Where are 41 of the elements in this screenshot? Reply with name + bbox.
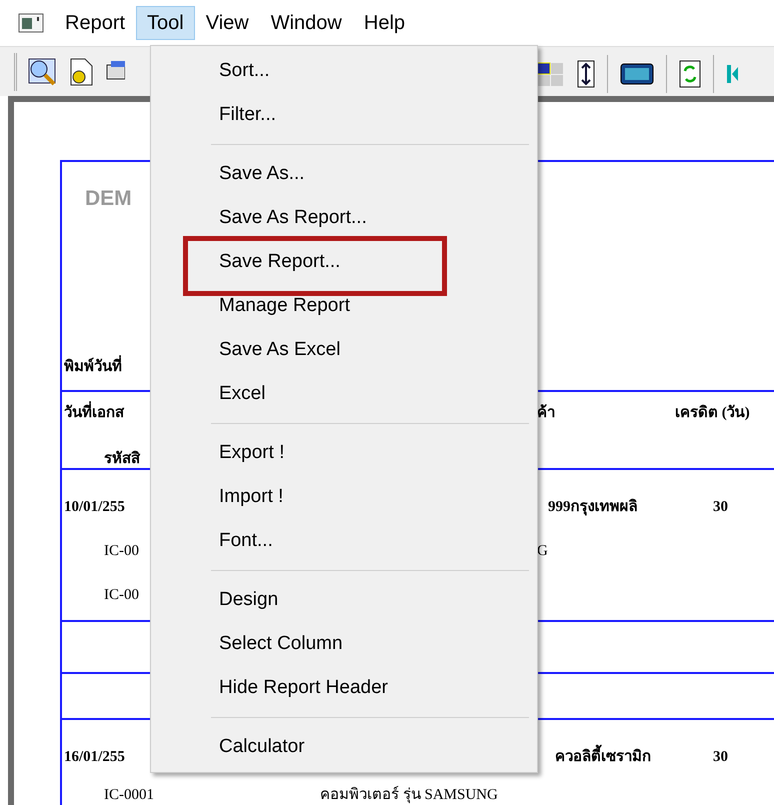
- product-name: คอมพิวเตอร์ รุ่น SAMSUNG: [320, 785, 498, 805]
- customer-name: ควอลิตี้เซรามิก: [555, 746, 651, 768]
- menu-bar-item[interactable]: View: [194, 6, 260, 40]
- menu-item[interactable]: Save As Report...: [219, 204, 367, 232]
- print-date-label: พิมพ์วันที่: [64, 356, 122, 378]
- menu-item[interactable]: Excel: [219, 380, 266, 408]
- product-name: G: [537, 542, 548, 561]
- menu-item[interactable]: Save As...: [219, 160, 305, 188]
- menu-item[interactable]: Select Column: [219, 630, 343, 658]
- document-date: 10/01/255: [64, 498, 125, 517]
- menu-item[interactable]: Import !: [219, 482, 284, 512]
- app-icon: [18, 13, 44, 33]
- credit-days: 30: [713, 496, 728, 518]
- menu-item[interactable]: Filter...: [219, 100, 276, 130]
- product-code: IC-00: [104, 542, 139, 561]
- company-name: DEM: [85, 188, 132, 210]
- menu-item[interactable]: Save Report...: [219, 248, 340, 276]
- document-date: 16/01/255: [64, 748, 125, 767]
- credit-days: 30: [713, 746, 728, 768]
- column-header: รหัสสิ: [104, 450, 140, 469]
- menu-bar-item[interactable]: Tool: [136, 6, 195, 40]
- column-header: วันที่เอกส: [64, 402, 124, 424]
- vertical-resize-icon[interactable]: [577, 59, 595, 89]
- menu-item[interactable]: Font...: [219, 526, 273, 556]
- customer-name: 999กรุงเทพผลิ: [548, 498, 638, 518]
- product-code: IC-0001: [104, 786, 154, 805]
- column-header: เครดิต (วัน): [675, 404, 750, 423]
- menu-item[interactable]: Hide Report Header: [219, 674, 388, 702]
- menu-item[interactable]: Design: [219, 586, 278, 614]
- menu-bar-item[interactable]: Help: [352, 6, 416, 40]
- product-code: IC-00: [104, 586, 139, 605]
- menu-item[interactable]: Save As Excel: [219, 336, 340, 364]
- menu-bar-item[interactable]: Report: [54, 6, 136, 40]
- menu-bar-item[interactable]: Window: [260, 6, 353, 40]
- magnifier-icon[interactable]: [27, 56, 57, 86]
- menu-item[interactable]: Calculator: [219, 732, 305, 762]
- column-header: ค้า: [537, 403, 555, 423]
- menu-item[interactable]: Manage Report: [219, 292, 350, 320]
- menu-item[interactable]: Sort...: [219, 56, 270, 86]
- refresh-icon[interactable]: [679, 59, 701, 89]
- menu-item[interactable]: Export !: [219, 438, 284, 468]
